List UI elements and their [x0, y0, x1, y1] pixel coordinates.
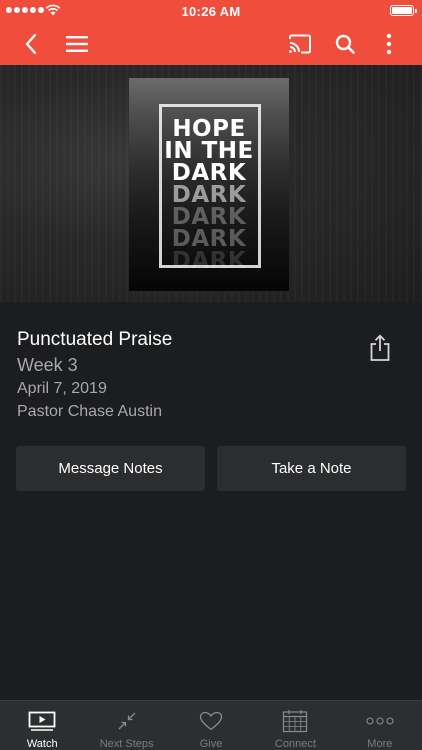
- tab-more[interactable]: More: [338, 701, 422, 750]
- search-icon: [335, 34, 355, 54]
- sermon-speaker: Pastor Chase Austin: [17, 403, 162, 420]
- battery-icon: [390, 5, 417, 16]
- back-button[interactable]: [11, 22, 51, 65]
- sermon-series-artwork[interactable]: HOPE IN THE DARK DARK DARK DARK DARK: [129, 78, 289, 291]
- message-notes-button[interactable]: Message Notes: [16, 446, 205, 491]
- take-a-note-button[interactable]: Take a Note: [217, 446, 406, 491]
- tab-label: More: [367, 738, 393, 750]
- tab-connect[interactable]: Connect: [253, 701, 337, 750]
- menu-button[interactable]: [57, 22, 97, 65]
- sermon-week: Week 3: [17, 355, 78, 375]
- calendar-icon: [283, 709, 308, 732]
- status-time: 10:26 AM: [181, 4, 241, 19]
- tab-watch[interactable]: Watch: [0, 701, 84, 750]
- nav-bar: [0, 22, 422, 65]
- tab-bar: Watch Next Steps Give Connect More: [0, 700, 422, 750]
- play-screen-icon: [28, 711, 56, 731]
- artwork-echo-2: DARK: [171, 204, 247, 230]
- cast-icon: [289, 34, 311, 53]
- more-options-button[interactable]: [369, 22, 409, 65]
- hamburger-icon: [66, 35, 88, 52]
- share-button[interactable]: [366, 332, 394, 364]
- tab-label: Watch: [26, 738, 58, 750]
- tab-give[interactable]: Give: [169, 701, 253, 750]
- app-screen: 10:26 AM HOPE IN THE DARK DARK DARK DARK…: [0, 0, 422, 750]
- hero-banner: HOPE IN THE DARK DARK DARK DARK DARK: [0, 65, 422, 302]
- artwork-title: HOPE IN THE DARK DARK DARK DARK DARK: [129, 116, 289, 274]
- tab-next-steps[interactable]: Next Steps: [84, 701, 168, 750]
- vertical-dots-icon: [386, 33, 392, 54]
- artwork-echo-4: DARK: [171, 248, 247, 274]
- cast-button[interactable]: [280, 22, 320, 65]
- artwork-line-2: IN THE: [164, 138, 254, 164]
- sermon-title: Punctuated Praise: [17, 329, 173, 350]
- chevron-left-icon: [25, 33, 37, 54]
- artwork-echo-3: DARK: [171, 226, 247, 252]
- artwork-echo-1: DARK: [171, 182, 247, 208]
- artwork-line-1: HOPE: [172, 116, 246, 142]
- arrows-in-icon: [118, 712, 136, 729]
- horizontal-dots-icon: [366, 716, 394, 725]
- share-icon: [370, 334, 390, 361]
- heart-icon: [199, 711, 223, 730]
- artwork-line-3: DARK: [171, 160, 247, 186]
- tab-label: Next Steps: [99, 738, 154, 750]
- sermon-date: April 7, 2019: [17, 380, 107, 397]
- tab-label: Give: [199, 738, 223, 750]
- tab-label: Connect: [274, 738, 316, 750]
- search-button[interactable]: [325, 22, 365, 65]
- status-bar: 10:26 AM: [0, 0, 422, 22]
